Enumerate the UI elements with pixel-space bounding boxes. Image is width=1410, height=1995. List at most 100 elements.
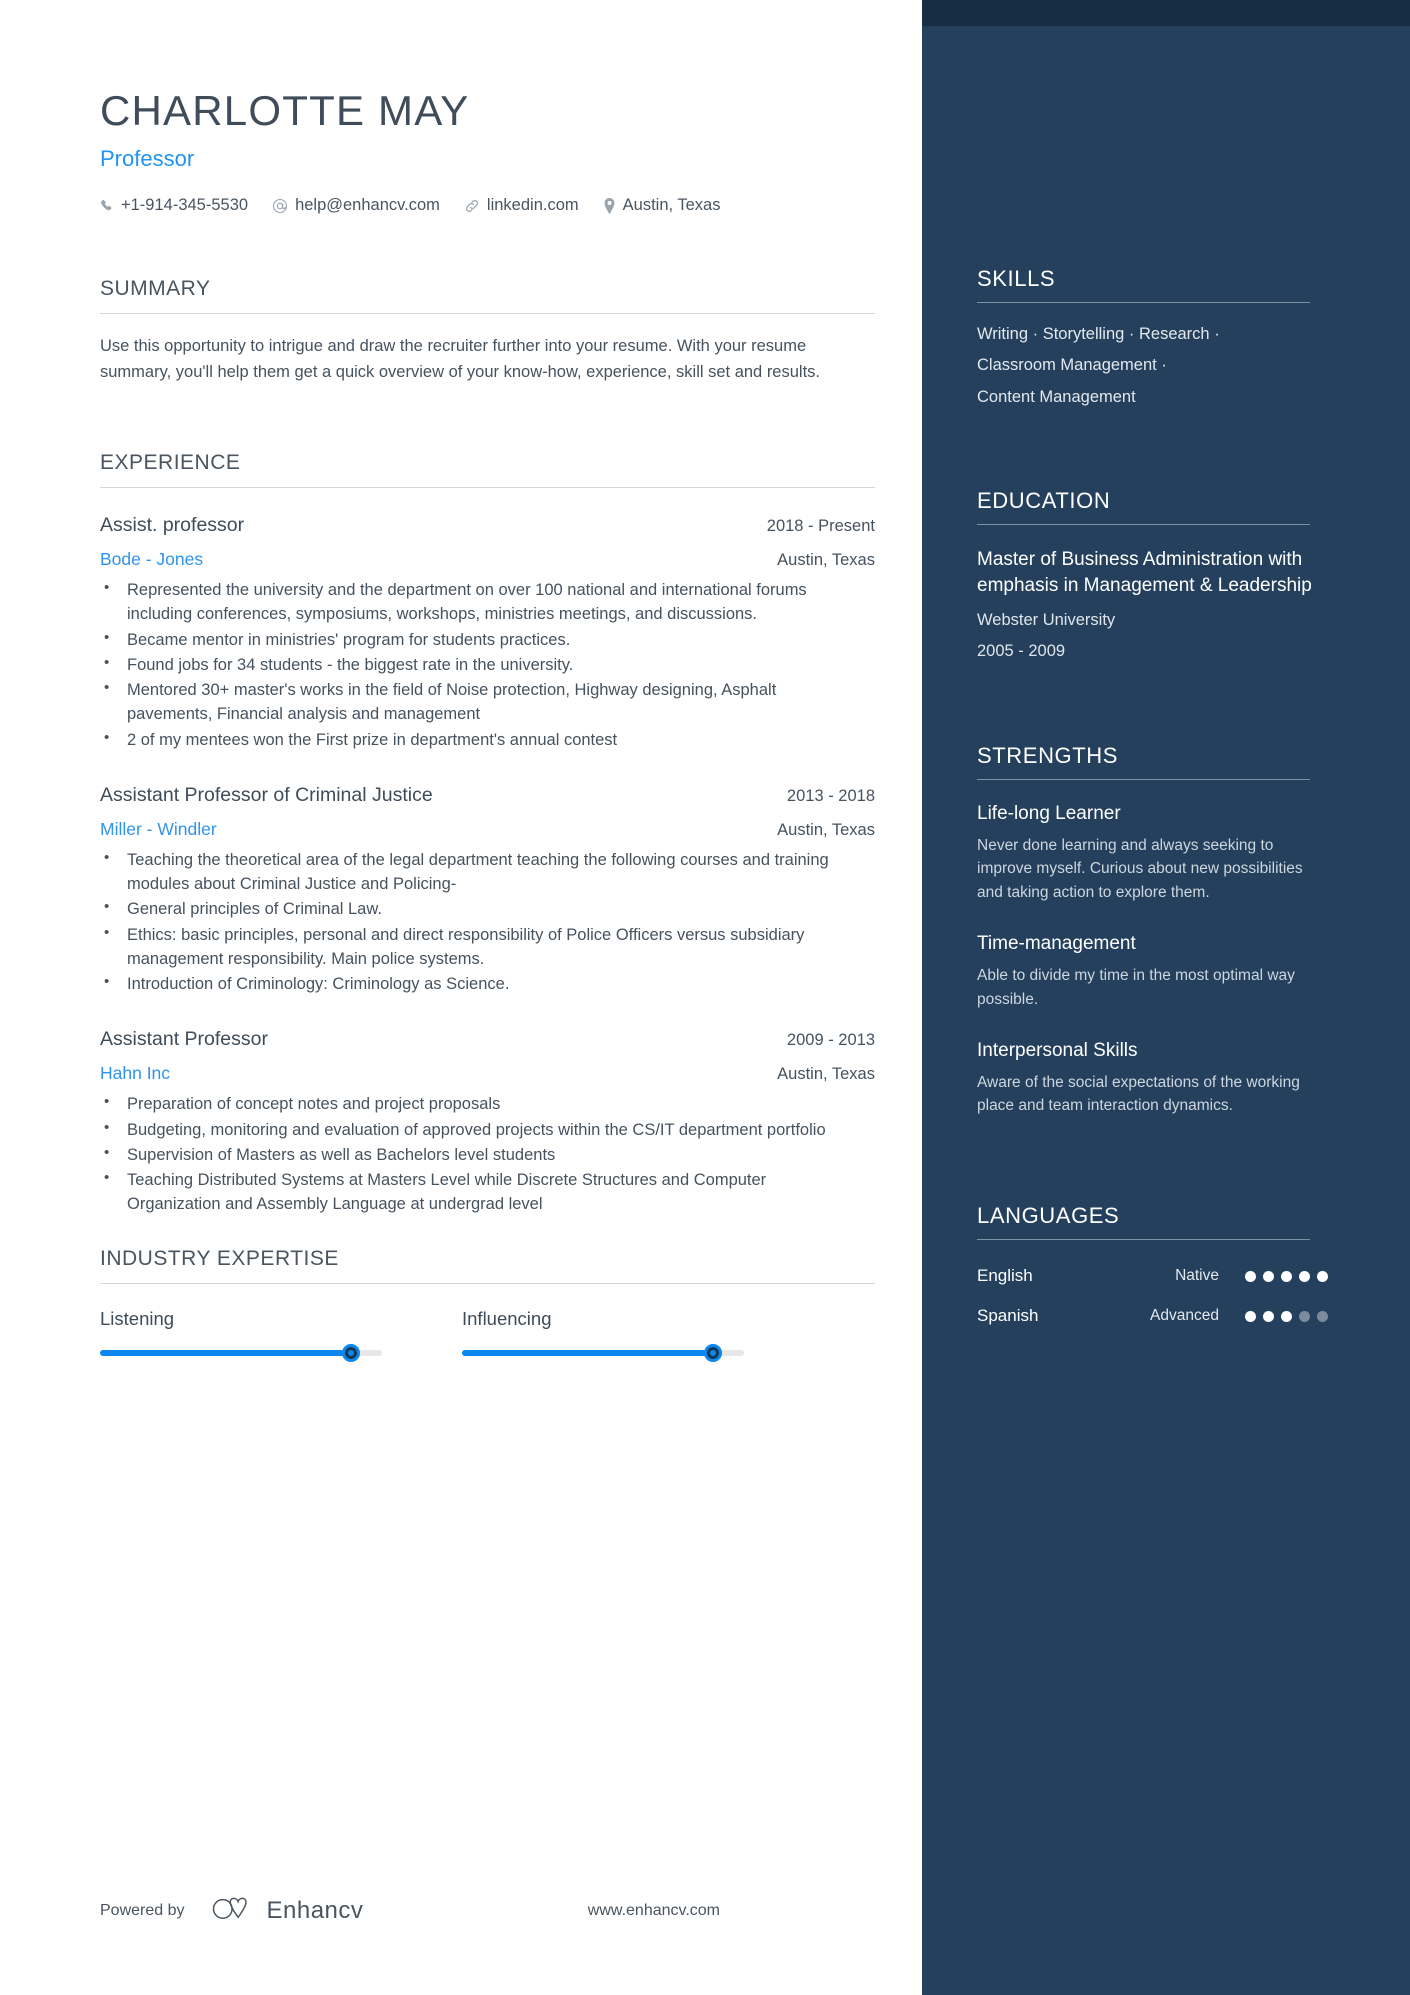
job-bullet-list: Teaching the theoretical area of the leg… <box>100 847 875 997</box>
expertise-slider-item: Influencing <box>462 1308 784 1362</box>
job-bullet: Represented the university and the depar… <box>100 577 840 627</box>
slider-fill <box>462 1350 713 1356</box>
strength-title: Time-management <box>977 933 1136 955</box>
job-bullet: Preparation of concept notes and project… <box>100 1091 840 1116</box>
contact-phone-text: +1-914-345-5530 <box>121 196 249 214</box>
rating-dot <box>1317 1270 1328 1282</box>
strength-description: Never done learning and always seeking t… <box>977 836 1303 901</box>
footer-url[interactable]: www.enhancv.com <box>588 1902 720 1920</box>
job-bullet-list: Preparation of concept notes and project… <box>100 1091 875 1217</box>
sidebar-strengths-section: STRENGTHS Life-long Learner Never done l… <box>977 745 1332 1118</box>
contact-bar: +1-914-345-5530 help@enhancv.com linkedi… <box>100 196 875 215</box>
education-heading: EDUCATION <box>977 488 1111 513</box>
strength-description: Aware of the social expectations of the … <box>977 1073 1300 1115</box>
summary-heading: SUMMARY <box>100 277 211 300</box>
header-block: CHARLOTTE MAY Professor +1-914-345-5530 <box>100 90 875 215</box>
job-bullet: Became mentor in ministries' program for… <box>100 626 840 652</box>
experience-section: EXPERIENCE Assist. professor 2018 - Pres… <box>100 452 875 1218</box>
education-school: Webster University <box>977 611 1116 630</box>
slider-fill <box>100 1350 351 1356</box>
contact-location-text: Austin, Texas <box>622 196 721 214</box>
job-bullet: Introduction of Criminology: Criminology… <box>100 971 840 996</box>
experience-item: Assist. professor 2018 - Present Bode - … <box>100 514 875 752</box>
job-company[interactable]: Miller - Windler <box>100 819 217 840</box>
sidebar-skills-section: SKILLS Writing · Storytelling · Research… <box>977 268 1332 413</box>
education-degree: Master of Business Administration with e… <box>977 549 1312 597</box>
language-name: English <box>977 1266 1033 1285</box>
expertise-slider-item: Listening <box>100 1308 422 1362</box>
job-company[interactable]: Hahn Inc <box>100 1063 170 1084</box>
job-dates: 2009 - 2013 <box>786 1031 875 1050</box>
experience-divider <box>100 487 875 488</box>
contact-email[interactable]: help@enhancv.com <box>272 196 440 215</box>
job-title: Assist. professor <box>100 514 245 536</box>
expertise-slider-influencing[interactable] <box>462 1344 744 1362</box>
language-row: Spanish Advanced <box>977 1296 1332 1336</box>
rating-dot <box>1263 1310 1274 1322</box>
job-location: Austin, Texas <box>777 1065 875 1084</box>
industry-expertise-section: INDUSTRY EXPERTISE Listening Influencing <box>100 1247 875 1362</box>
language-rating-dots <box>1245 1270 1328 1282</box>
skills-divider <box>977 302 1310 303</box>
language-row: English Native <box>977 1256 1332 1296</box>
skills-line: Writing · Storytelling · Research · <box>977 325 1220 343</box>
contact-location[interactable]: Austin, Texas <box>603 196 721 215</box>
summary-divider <box>100 313 875 314</box>
languages-heading: LANGUAGES <box>977 1203 1120 1228</box>
job-title: Assistant Professor <box>100 1028 268 1051</box>
job-bullet: Found jobs for 34 students - the biggest… <box>100 652 840 677</box>
job-company[interactable]: Bode - Jones <box>100 549 203 570</box>
job-bullet: Ethics: basic principles, personal and d… <box>100 922 840 972</box>
rating-dot-empty <box>1317 1310 1328 1322</box>
job-bullet: General principles of Criminal Law. <box>100 896 840 921</box>
rating-dot <box>1281 1310 1292 1322</box>
sidebar-top-strip <box>922 0 1410 26</box>
job-dates: 2018 - Present <box>766 517 875 535</box>
job-bullet: Teaching the theoretical area of the leg… <box>100 847 840 897</box>
language-level: Native <box>1175 1267 1219 1284</box>
job-title: Assistant Professor of Criminal Justice <box>100 783 433 806</box>
job-bullet: Teaching Distributed Systems at Masters … <box>100 1167 840 1217</box>
language-level: Advanced <box>1150 1307 1219 1324</box>
strength-item: Life-long Learner Never done learning an… <box>977 802 1332 904</box>
strength-item: Time-management Able to divide my time i… <box>977 932 1332 1011</box>
job-bullet: Mentored 30+ master's works in the field… <box>100 677 840 727</box>
expertise-label: Listening <box>100 1308 175 1329</box>
strengths-divider <box>977 779 1310 780</box>
education-divider <box>977 524 1310 525</box>
summary-section: SUMMARY Use this opportunity to intrigue… <box>100 278 875 385</box>
strength-title: Life-long Learner <box>977 803 1121 824</box>
expertise-slider-listening[interactable] <box>100 1344 382 1362</box>
resume-page: SKILLS Writing · Storytelling · Research… <box>0 0 1410 1995</box>
job-dates: 2013 - 2018 <box>786 786 875 805</box>
job-bullet: Supervision of Masters as well as Bachel… <box>100 1142 840 1167</box>
job-bullet: Budgeting, monitoring and evaluation of … <box>100 1116 840 1142</box>
sidebar-languages-section: LANGUAGES English Native Spanish Advance… <box>977 1205 1332 1336</box>
rating-dot <box>1263 1270 1274 1282</box>
sidebar-education-section: EDUCATION Master of Business Administrat… <box>977 490 1332 661</box>
slider-knob[interactable] <box>341 1344 360 1362</box>
enhancv-logo-icon <box>211 1895 255 1926</box>
enhancv-brand-name: Enhancv <box>266 1896 364 1924</box>
rating-dot <box>1245 1270 1256 1282</box>
at-icon <box>272 198 288 214</box>
industry-expertise-heading: INDUSTRY EXPERTISE <box>100 1247 339 1270</box>
job-location: Austin, Texas <box>777 820 875 839</box>
powered-by-label: Powered by <box>100 1901 185 1919</box>
expertise-slider-grid: Listening Influencing <box>100 1308 875 1362</box>
location-pin-icon <box>603 197 616 214</box>
link-icon <box>464 198 480 214</box>
contact-link-text: linkedin.com <box>486 196 579 214</box>
contact-phone[interactable]: +1-914-345-5530 <box>100 196 248 215</box>
rating-dot <box>1299 1270 1310 1282</box>
contact-link[interactable]: linkedin.com <box>464 196 579 215</box>
skills-line: Content Management <box>977 387 1136 406</box>
phone-icon <box>100 199 114 213</box>
language-rating-dots <box>1245 1310 1328 1322</box>
strengths-heading: STRENGTHS <box>977 743 1119 768</box>
footer: Powered by Enhancv www.enhancv.com <box>100 1895 875 1926</box>
experience-item: Assistant Professor 2009 - 2013 Hahn Inc… <box>100 1028 875 1216</box>
skills-heading: SKILLS <box>977 266 1056 291</box>
summary-text: Use this opportunity to intrigue and dra… <box>100 337 820 381</box>
slider-knob[interactable] <box>703 1344 722 1362</box>
